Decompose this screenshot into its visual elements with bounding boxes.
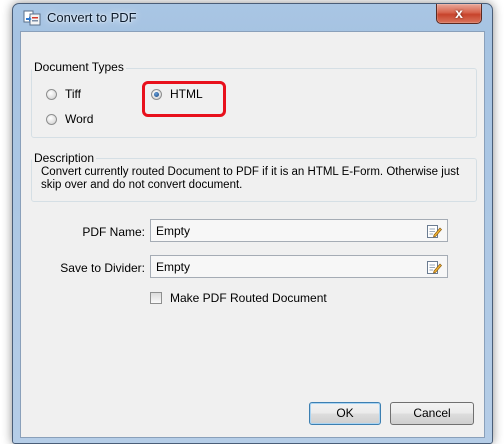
make-pdf-routed-checkbox[interactable]: Make PDF Routed Document [150, 291, 327, 305]
pdf-name-field[interactable]: Empty [150, 219, 448, 242]
cancel-button[interactable]: Cancel [390, 402, 474, 425]
convert-pdf-icon [23, 10, 41, 26]
dialog-window: Convert to PDF x Document Types Tiff HTM… [12, 3, 493, 444]
dialog-client-area: Document Types Tiff HTML Word Descriptio… [20, 31, 485, 438]
ok-button[interactable]: OK [309, 402, 381, 425]
radio-word-indicator[interactable] [46, 113, 57, 125]
html-option-highlight [142, 81, 226, 117]
close-button[interactable]: x [436, 4, 482, 24]
title-bar[interactable]: Convert to PDF x [13, 4, 492, 30]
radio-tiff[interactable]: Tiff [46, 87, 81, 101]
radio-word-label: Word [65, 112, 94, 126]
description-text: Convert currently routed Document to PDF… [41, 166, 460, 191]
document-types-group [31, 68, 477, 138]
window-title: Convert to PDF [47, 10, 137, 25]
edit-pencil-icon[interactable] [426, 223, 442, 239]
save-to-divider-field[interactable]: Empty [150, 255, 448, 278]
description-legend: Description [32, 151, 97, 165]
radio-tiff-indicator[interactable] [46, 88, 57, 100]
pdf-name-value: Empty [156, 224, 191, 238]
edit-pencil-icon[interactable] [426, 259, 442, 275]
make-pdf-routed-box[interactable] [150, 292, 162, 304]
radio-word[interactable]: Word [46, 112, 93, 126]
document-types-legend: Document Types [32, 60, 126, 74]
save-to-divider-value: Empty [156, 260, 191, 274]
close-icon: x [455, 5, 463, 21]
radio-tiff-label: Tiff [65, 87, 82, 101]
save-to-divider-label: Save to Divider: [60, 261, 145, 275]
make-pdf-routed-label: Make PDF Routed Document [170, 291, 327, 305]
pdf-name-label: PDF Name: [82, 225, 145, 239]
